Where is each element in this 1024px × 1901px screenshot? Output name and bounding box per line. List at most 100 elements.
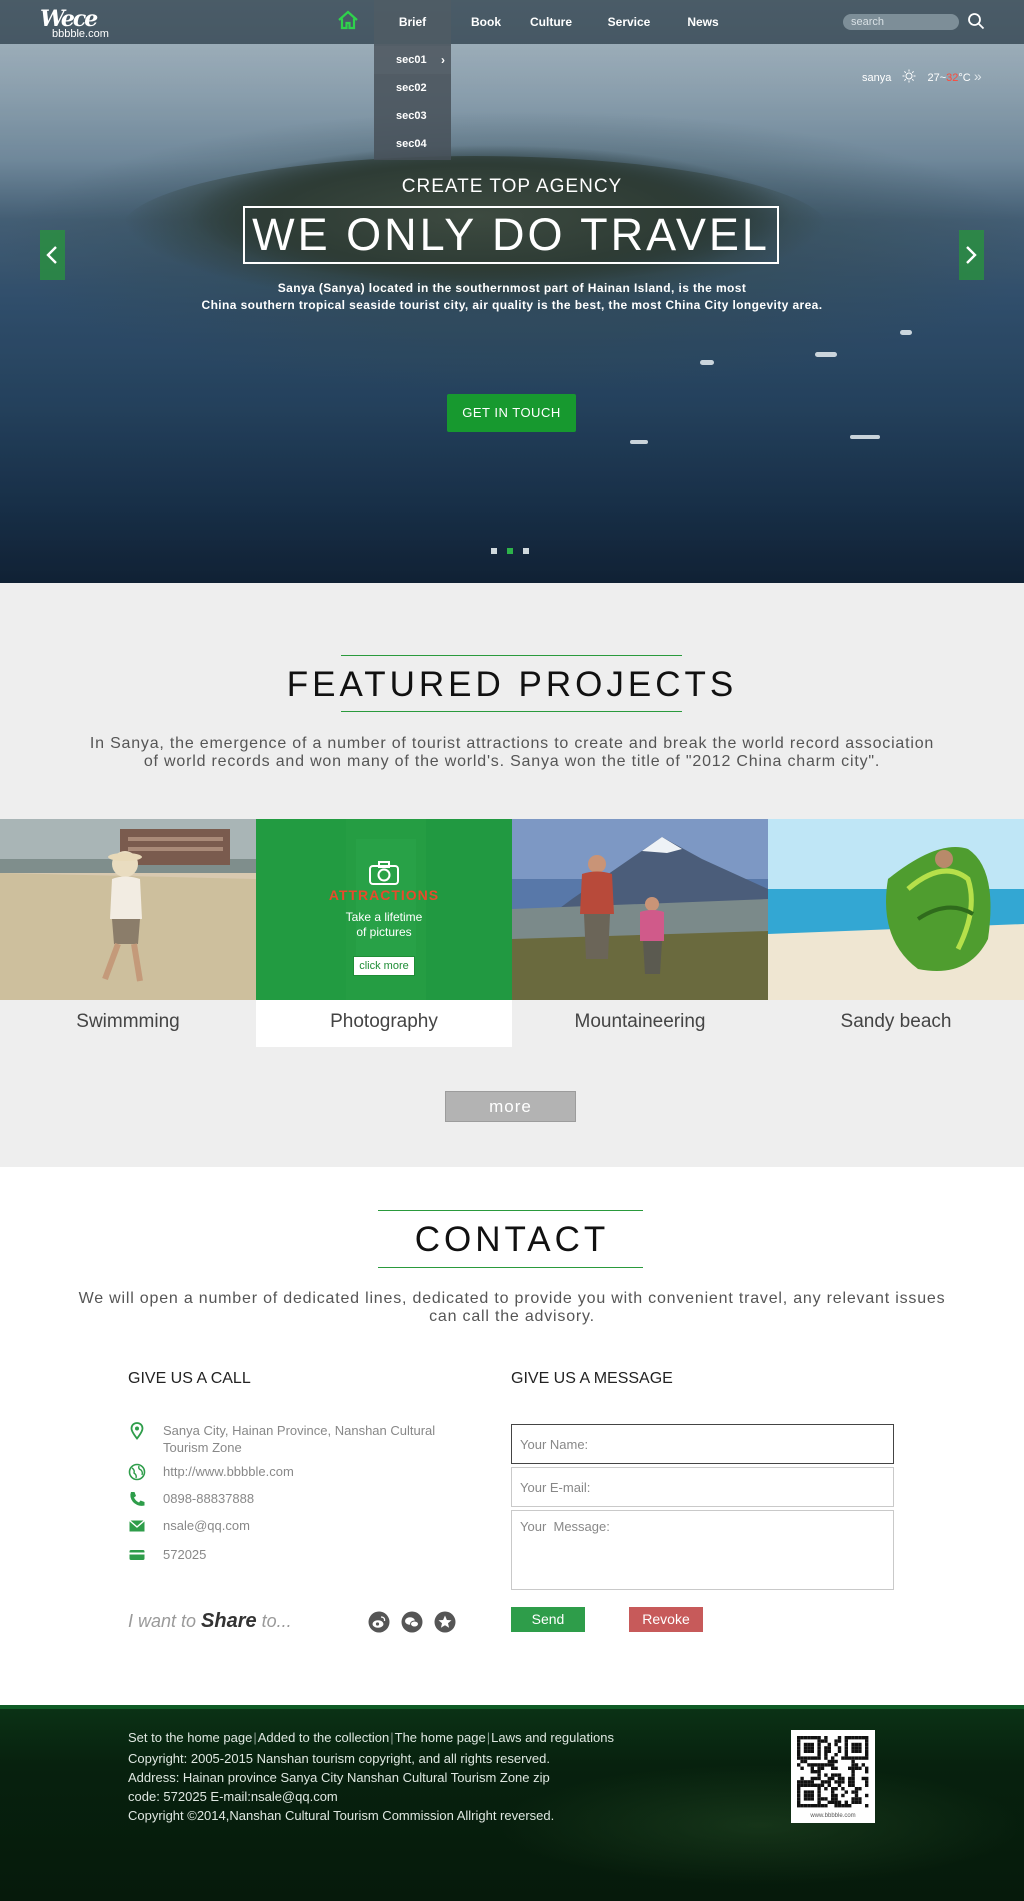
qr-module — [807, 1736, 811, 1740]
message-field[interactable] — [511, 1510, 894, 1590]
nav-book[interactable]: Book — [455, 0, 517, 44]
qr-module — [834, 1793, 838, 1798]
get-in-touch-button[interactable]: GET IN TOUCH — [447, 394, 576, 432]
share-suffix: to... — [256, 1611, 292, 1631]
dropdown-item-sec03[interactable]: sec03 — [374, 102, 451, 130]
qr-module — [810, 1790, 814, 1794]
qr-module — [865, 1736, 869, 1740]
contact-description: We will open a number of dedicated lines… — [55, 1290, 969, 1326]
wechat-icon[interactable] — [401, 1611, 423, 1633]
nav-service[interactable]: Service — [597, 0, 661, 44]
qr-module — [858, 1746, 862, 1750]
qr-module — [834, 1804, 838, 1808]
click-more-button[interactable]: click more — [353, 956, 415, 976]
send-button[interactable]: Send — [511, 1607, 585, 1632]
slider-dot-2[interactable] — [507, 548, 513, 554]
slider-dot-3[interactable] — [523, 548, 529, 554]
footer-link-home-page[interactable]: Set to the home page — [128, 1730, 252, 1745]
card-photography[interactable]: ATTRACTIONS Take a lifetime of pictures … — [256, 819, 512, 1047]
divider: | — [390, 1730, 394, 1745]
weather-more-icon[interactable]: » — [974, 68, 982, 84]
home-icon[interactable] — [337, 9, 359, 31]
card-label: Sandy beach — [840, 1011, 952, 1032]
qr-module — [865, 1783, 869, 1787]
qr-module — [827, 1742, 831, 1747]
footer-link-the-home-page[interactable]: The home page — [395, 1730, 486, 1745]
nav-culture[interactable]: Culture — [520, 0, 582, 44]
nav-brief[interactable]: Brief — [374, 0, 451, 44]
qr-module — [858, 1756, 862, 1760]
qr-module — [851, 1759, 855, 1764]
qr-module — [803, 1780, 808, 1784]
slider-dot-1[interactable] — [491, 548, 497, 554]
swimming-photo — [0, 819, 256, 1000]
qr-module — [851, 1783, 855, 1787]
search-icon[interactable] — [967, 12, 985, 30]
name-field[interactable] — [511, 1424, 894, 1464]
qr-module — [800, 1804, 804, 1808]
qr-module — [824, 1787, 828, 1791]
website-link[interactable]: http://www.bbbble.com — [163, 1463, 473, 1480]
star-share-icon[interactable] — [434, 1611, 456, 1633]
qr-module — [807, 1797, 811, 1801]
logo[interactable]: Wece bbbble.com — [40, 6, 130, 40]
qr-module — [834, 1766, 838, 1770]
qr-module — [827, 1780, 831, 1784]
revoke-button[interactable]: Revoke — [629, 1607, 703, 1632]
message-title: GIVE US A MESSAGE — [511, 1370, 673, 1387]
card-sandy-beach[interactable]: Sandy beach — [768, 819, 1024, 1047]
qr-module — [797, 1756, 801, 1760]
boat-wake — [630, 440, 648, 444]
qr-module — [848, 1756, 852, 1760]
qr-module — [827, 1776, 831, 1781]
qr-module — [814, 1804, 818, 1808]
chevron-right-icon — [966, 246, 977, 264]
qr-module — [800, 1766, 804, 1770]
email-field[interactable] — [511, 1467, 894, 1507]
qr-module — [800, 1780, 804, 1784]
qr-module — [797, 1753, 801, 1757]
qr-module — [865, 1746, 869, 1750]
mountaineering-photo — [512, 819, 768, 1000]
qr-module — [844, 1756, 848, 1760]
footer-link-collection[interactable]: Added to the collection — [258, 1730, 390, 1745]
slider-prev-button[interactable] — [40, 230, 65, 280]
qr-module — [854, 1756, 859, 1760]
qr-module — [807, 1783, 811, 1787]
qr-module — [810, 1736, 814, 1740]
more-button[interactable]: more — [445, 1091, 576, 1122]
qr-module — [865, 1742, 869, 1747]
address-line: Sanya City, Hainan Province, Nanshan Cul… — [163, 1423, 436, 1438]
qr-module — [861, 1756, 865, 1760]
footer-link-laws[interactable]: Laws and regulations — [491, 1730, 614, 1745]
card-swimming[interactable]: Swimmming — [0, 819, 256, 1047]
qr-module — [854, 1766, 859, 1770]
qr-module — [803, 1756, 808, 1760]
contact-title: CONTACT — [414, 1220, 610, 1259]
qr-module — [803, 1749, 808, 1753]
slider-next-button[interactable] — [959, 230, 984, 280]
email-text[interactable]: nsale@qq.com — [163, 1517, 473, 1534]
qr-module — [797, 1787, 801, 1791]
nav-news[interactable]: News — [672, 0, 734, 44]
qr-module — [851, 1766, 855, 1770]
qr-module — [827, 1749, 831, 1753]
qr-module — [851, 1763, 855, 1767]
featured-description: In Sanya, the emergence of a number of t… — [60, 735, 964, 771]
qr-module — [858, 1736, 862, 1740]
dropdown-item-sec01[interactable]: sec01 › — [374, 46, 451, 74]
weibo-icon[interactable] — [368, 1611, 390, 1633]
dropdown-item-sec02[interactable]: sec02 — [374, 74, 451, 102]
qr-module — [800, 1783, 804, 1787]
location-pin-icon — [130, 1422, 144, 1440]
card-mountaineering[interactable]: Mountaineering — [512, 819, 768, 1047]
qr-module — [837, 1739, 842, 1743]
sun-icon — [902, 69, 916, 83]
qr-module — [841, 1780, 845, 1784]
search-input[interactable] — [843, 14, 959, 30]
hikers-image — [512, 819, 768, 1000]
qr-module — [827, 1746, 831, 1750]
dropdown-item-sec04[interactable]: sec04 — [374, 130, 451, 158]
qr-module — [814, 1763, 818, 1767]
camera-icon — [369, 861, 399, 885]
